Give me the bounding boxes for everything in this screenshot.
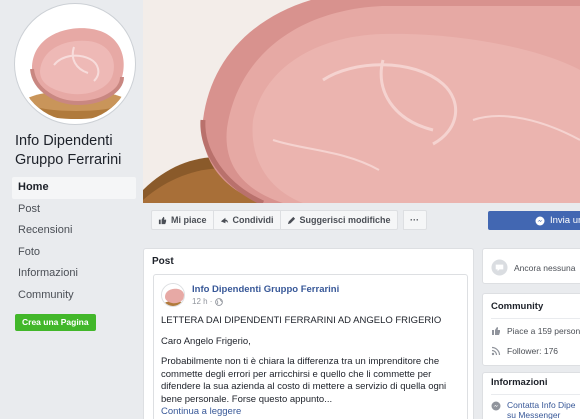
sidebar-item-info[interactable]: Informazioni xyxy=(12,263,136,285)
sidebar-item-photos[interactable]: Foto xyxy=(12,242,136,264)
post-card: Info Dipendenti Gruppo Ferrarini 12 h · … xyxy=(153,274,468,419)
share-button-label: Condividi xyxy=(232,215,274,225)
divider xyxy=(491,394,580,395)
suggest-edits-button[interactable]: Suggerisci modifiche xyxy=(279,210,398,230)
contact-link-sub[interactable]: su Messenger xyxy=(507,410,576,419)
followers-line: Follower: 176 xyxy=(491,346,558,356)
page-title[interactable]: Info Dipendenti Gruppo Ferrarini xyxy=(15,132,140,170)
posts-section: Post Info Dipendenti Gruppo Ferrarini 12… xyxy=(143,248,474,419)
sidebar-item-reviews[interactable]: Recensioni xyxy=(12,220,136,242)
pencil-icon xyxy=(287,216,295,224)
sidebar-item-home[interactable]: Home xyxy=(12,177,136,199)
community-box: Community Piace a 159 persone Follower: … xyxy=(482,293,580,366)
info-title[interactable]: Informazioni xyxy=(491,377,547,388)
post-headline: LETTERA DAI DIPENDENTI FERRARINI AD ANGE… xyxy=(161,315,442,326)
like-button[interactable]: Mi piace xyxy=(151,210,214,230)
followers-count-text: Follower: 176 xyxy=(507,346,559,356)
continue-reading-link[interactable]: Continua a leggere xyxy=(161,406,461,419)
thumbs-up-icon xyxy=(492,327,500,335)
send-message-button[interactable]: Invia un xyxy=(488,211,580,230)
more-options-button[interactable]: ··· xyxy=(402,210,427,230)
reviews-box: Ancora nessuna xyxy=(482,248,580,284)
messenger-icon xyxy=(535,216,545,225)
community-title[interactable]: Community xyxy=(491,301,543,312)
cover-ham-image xyxy=(143,0,580,203)
post-text: Probabilmente non ti è chiara la differe… xyxy=(161,356,447,405)
like-button-label: Mi piace xyxy=(171,215,207,225)
send-message-label: Invia un xyxy=(550,215,580,226)
divider xyxy=(491,318,580,319)
reviews-line: Ancora nessuna xyxy=(491,259,575,276)
thumbs-up-icon xyxy=(158,216,167,224)
sidebar-nav: Home Post Recensioni Foto Informazioni C… xyxy=(12,177,136,306)
post-author-avatar[interactable] xyxy=(161,283,185,307)
post-body: LETTERA DAI DIPENDENTI FERRARINI AD ANGE… xyxy=(161,315,461,419)
chat-bubble-icon xyxy=(491,259,508,276)
reviews-empty-text: Ancora nessuna xyxy=(514,262,576,273)
cover-photo[interactable] xyxy=(143,0,580,203)
ham-image xyxy=(18,7,132,121)
create-page-button[interactable]: Crea una Pagina xyxy=(15,314,96,331)
post-greeting: Caro Angelo Frigerio, xyxy=(161,335,251,347)
sidebar-item-community[interactable]: Community xyxy=(12,285,136,307)
contact-line[interactable]: Contatta Info Dipe su Messenger xyxy=(491,400,576,419)
likes-line: Piace a 159 persone xyxy=(491,326,580,336)
share-button[interactable]: Condividi xyxy=(212,210,281,230)
posts-section-title: Post xyxy=(152,256,174,267)
suggest-edits-label: Suggerisci modifiche xyxy=(299,215,391,225)
profile-picture[interactable] xyxy=(15,4,135,124)
post-author-name[interactable]: Info Dipendenti Gruppo Ferrarini xyxy=(192,284,339,295)
likes-count-text: Piace a 159 persone xyxy=(507,326,580,336)
post-timestamp[interactable]: 12 h · xyxy=(192,297,224,306)
rss-follow-icon xyxy=(491,346,501,356)
page-action-bar: Mi piace Condividi Suggerisci modifiche … xyxy=(151,210,427,230)
globe-icon xyxy=(215,297,224,306)
post-time-text: 12 h · xyxy=(192,297,213,306)
contact-link[interactable]: Contatta Info Dipe xyxy=(507,400,576,410)
ham-avatar-image xyxy=(162,284,184,306)
info-box: Informazioni Contatta Info Dipe su Messe… xyxy=(482,372,580,419)
left-sidebar: Info Dipendenti Gruppo Ferrarini Home Po… xyxy=(0,0,143,419)
share-icon xyxy=(220,217,228,223)
sidebar-item-post[interactable]: Post xyxy=(12,199,136,221)
messenger-icon xyxy=(491,401,501,411)
